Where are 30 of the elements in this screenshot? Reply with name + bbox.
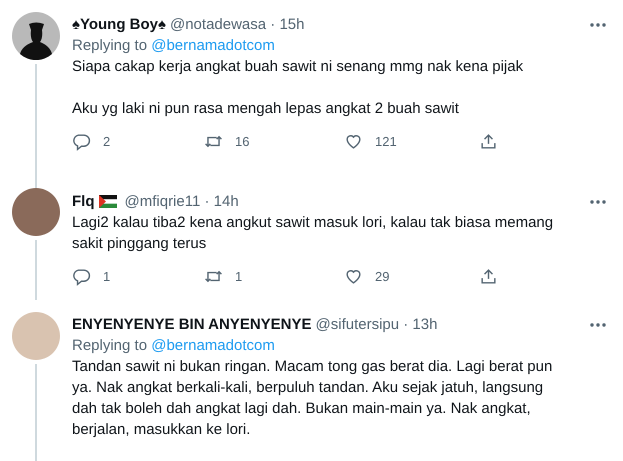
reply-count: 1 — [103, 268, 110, 286]
reply-count: 2 — [103, 133, 110, 151]
heart-icon[interactable] — [344, 132, 363, 151]
tweet-text: Lagi2 kalau tiba2 kena angkut sawit masuk lori, kalau tak biasa memang sakit pinggang terus — [72, 213, 554, 254]
author-name[interactable]: Flq — [72, 191, 94, 212]
reply-icon[interactable] — [72, 267, 91, 286]
heart-icon[interactable] — [344, 267, 363, 286]
author-handle-time: @notadewasa · 15h — [170, 15, 304, 35]
retweet-count: 16 — [235, 133, 250, 151]
like-count: 29 — [375, 268, 390, 286]
author-handle-time: @sifutersipu · 13h — [316, 315, 438, 335]
like-count: 121 — [375, 133, 397, 151]
avatar-silhouette-icon — [12, 12, 60, 60]
tweet-text: Siapa cakap kerja angkat buah sawit ni senang mmg nak kena pijak — [72, 57, 524, 77]
more-icon[interactable] — [589, 22, 607, 28]
avatar-photo-placeholder — [12, 188, 60, 236]
author-handle-time: @mfiqrie11 · 14h — [124, 192, 239, 212]
replying-label: Replying to — [72, 337, 148, 354]
author-name[interactable]: ENYENYENYE BIN ANYENYENYE — [72, 314, 312, 335]
tweet-text: Tandan sawit ni bukan ringan. Macam tong gas berat dia. Lagi berat pun ya. Nak angkat berkali-kali, berpuluh tandan. Aku sejak jatuh, langsung dah tak boleh dah angkat lagi dah. Bukan main-main ya. Nak angkat, berjalan, masukkan ke lori. — [72, 357, 554, 440]
more-icon[interactable] — [589, 198, 607, 204]
tweet-text: Aku yg laki ni pun rasa mengah lepas angkat 2 buah sawit — [72, 99, 460, 119]
more-icon[interactable] — [589, 322, 607, 328]
retweet-count: 1 — [235, 268, 242, 286]
share-icon[interactable] — [479, 132, 498, 151]
author-name[interactable]: ♠Young Boy♠ — [72, 14, 166, 35]
reply-icon[interactable] — [72, 132, 91, 151]
share-icon[interactable] — [479, 267, 498, 286]
replying-label: Replying to — [72, 37, 148, 54]
avatar-photo-placeholder — [12, 312, 60, 360]
